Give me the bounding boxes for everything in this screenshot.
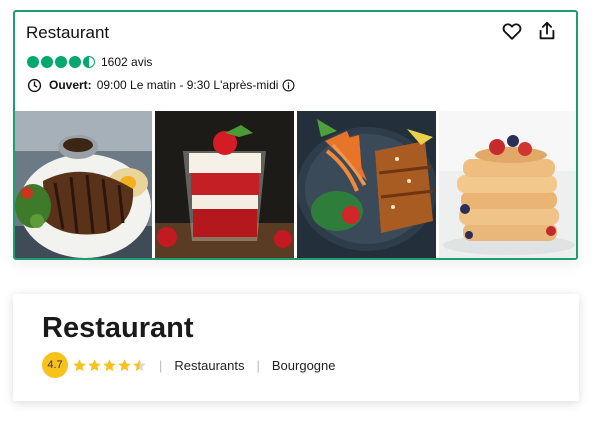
hours-value: 09:00 Le matin - 9:30 L'après-midi	[96, 78, 279, 92]
rating-bubble-icon	[55, 56, 67, 68]
star-icon	[72, 358, 87, 373]
favorite-button[interactable]	[501, 20, 523, 42]
opening-hours: Ouvert: 09:00 Le matin - 9:30 L'après-mi…	[27, 77, 295, 93]
star-icon	[117, 358, 132, 373]
pancakes-photo[interactable]	[439, 111, 576, 258]
rating-bubble-icon	[41, 56, 53, 68]
rating-bubble-icon	[69, 56, 81, 68]
half-star-icon	[132, 358, 147, 373]
score-badge: 4.7	[42, 352, 68, 378]
star-icon	[102, 358, 117, 373]
chicken-salad-photo[interactable]	[297, 111, 436, 258]
restaurant-title: Restaurant	[26, 23, 110, 42]
info-icon[interactable]	[282, 79, 295, 92]
share-icon	[539, 21, 555, 40]
star-icon	[87, 358, 102, 373]
heart-icon	[502, 23, 522, 40]
clock-icon	[27, 78, 42, 93]
review-count[interactable]: 1602 avis	[101, 55, 152, 69]
rating-half-bubble-icon	[83, 56, 95, 68]
rating-bubble-icon	[27, 56, 39, 68]
share-button[interactable]	[536, 20, 558, 42]
bubble-rating[interactable]: 1602 avis	[27, 54, 152, 70]
location-link[interactable]: Bourgogne	[272, 358, 336, 373]
restaurant-title-large: Restaurant	[42, 312, 194, 344]
grilled-steak-photo[interactable]	[15, 111, 152, 258]
restaurant-meta-row: 4.7 | Restaurants | Bourgogne	[42, 352, 336, 378]
strawberry-parfait-photo[interactable]	[155, 111, 294, 258]
star-rating[interactable]	[72, 358, 147, 373]
category-link[interactable]: Restaurants	[174, 358, 244, 373]
restaurant-card-top: Restaurant 1602 avis Ouvert: 09:00 Le ma…	[13, 10, 578, 260]
restaurant-card-bottom: Restaurant 4.7 | Restaurants | Bourgogne	[13, 294, 579, 401]
hours-label: Ouvert:	[49, 78, 92, 92]
photo-strip	[15, 111, 576, 258]
separator: |	[159, 357, 163, 373]
separator: |	[256, 357, 260, 373]
